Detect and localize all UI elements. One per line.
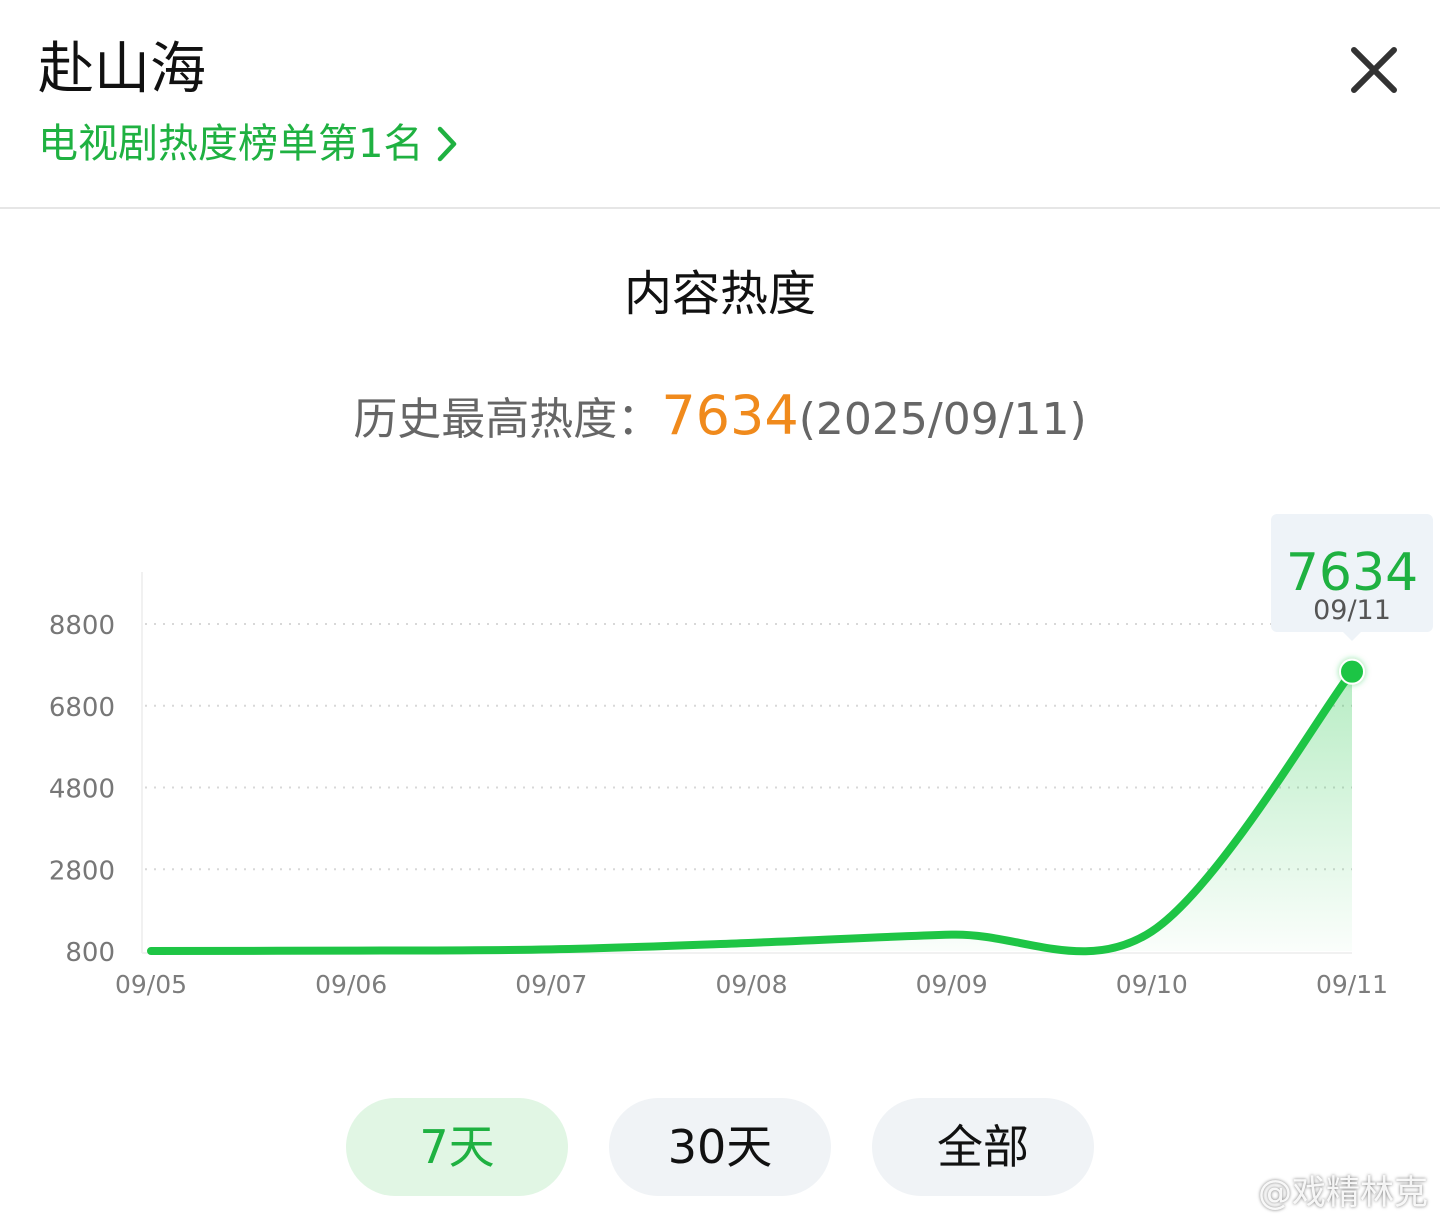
watermark: @戏精林克 [1212,1165,1428,1214]
series-line [147,667,1356,956]
tab-7-days[interactable]: 7天 [346,1098,568,1196]
chevron-right-icon [438,126,457,162]
data-point [348,947,355,954]
tooltip-value: 7634 [1286,543,1418,603]
y-tick-label: 4800 [49,775,115,805]
data-point [548,946,555,953]
rank-text: 电视剧热度榜单第1名 [38,121,424,167]
y-tick-label: 8800 [49,611,115,641]
data-point [948,931,955,938]
panel-title: 内容热度 [623,266,816,322]
peak-label: 历史最高热度： [353,394,662,445]
y-tick-label: 6800 [49,693,115,723]
x-tick-label: 09/11 [1316,970,1388,999]
y-tick-label: 800 [65,938,115,968]
show-title: 赴山海 [38,37,206,102]
watermark-text: @戏精林克 [1258,1173,1428,1213]
tooltip-pointer [1342,631,1362,641]
rank-link[interactable]: 电视剧热度榜单第1名 [38,118,459,170]
x-tick-label: 09/10 [1116,970,1188,999]
tooltip-date: 09/11 [1313,595,1391,626]
series-area [151,671,1352,952]
weibo-logo-icon [1212,1175,1250,1205]
x-tick-label: 09/07 [515,970,587,999]
close-icon[interactable] [1346,42,1402,98]
x-tick-label: 09/05 [115,970,187,999]
data-point [1148,928,1155,935]
data-point [748,939,755,946]
x-tick-label: 09/06 [315,970,387,999]
data-point-peak [1339,658,1365,685]
tab-all[interactable]: 全部 [872,1098,1094,1196]
heat-chart: 800 2800 4800 6800 8800 09/05 09/06 09/07 09/08 0… [49,514,1433,999]
data-point [148,948,154,954]
header: 赴山海 电视剧热度榜单第1名 [0,0,1440,208]
y-tick-label: 2800 [49,856,115,886]
x-tick-label: 09/09 [916,970,988,999]
peak-date: (2025/09/11) [798,394,1087,445]
peak-value: 7634 [661,384,799,447]
x-tick-label: 09/08 [715,970,787,999]
divider [0,207,1440,209]
peak-heat: 历史最高热度：7634(2025/09/11) [0,384,1440,452]
tab-30-days[interactable]: 30天 [609,1098,831,1196]
